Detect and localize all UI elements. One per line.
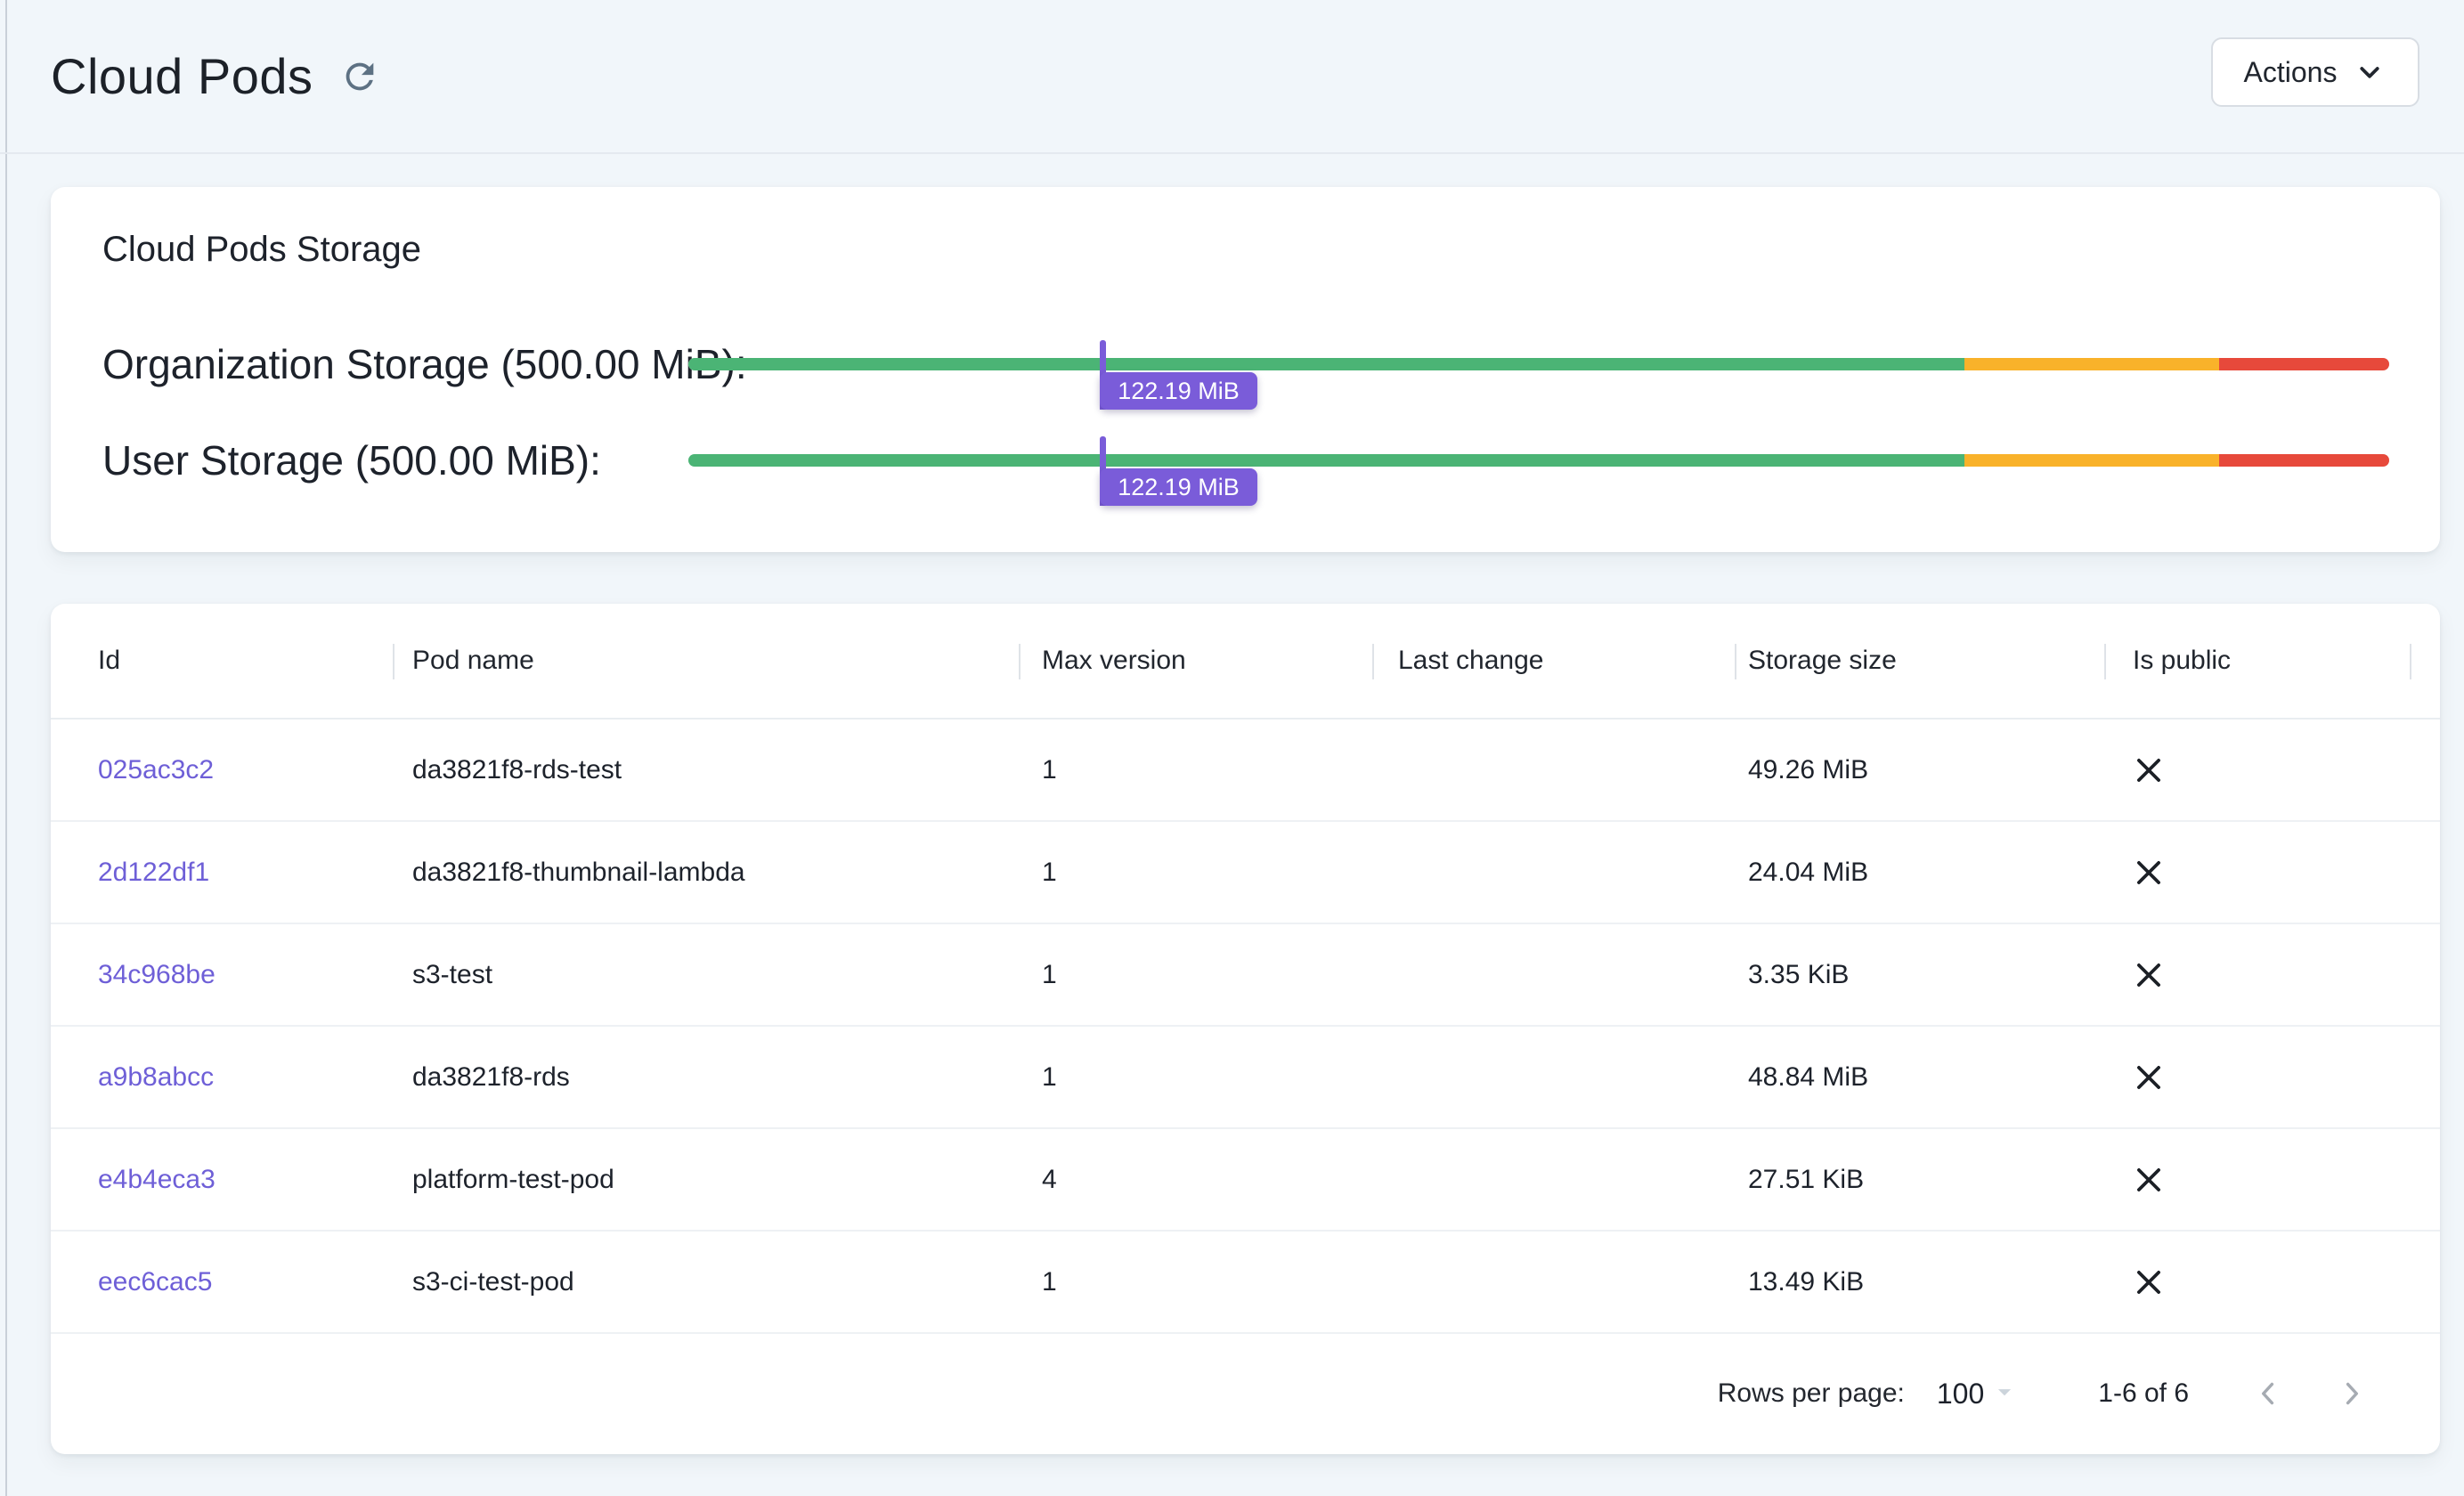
pod-name-cell: da3821f8-rds-test [412, 755, 622, 785]
left-edge-divider [5, 0, 7, 1496]
max-version-cell: 1 [1042, 755, 1057, 785]
rows-per-page-label: Rows per page: [1718, 1378, 1905, 1409]
pod-name-cell: da3821f8-thumbnail-lambda [412, 858, 745, 888]
pod-id-link[interactable]: 025ac3c2 [98, 755, 214, 785]
table-row[interactable]: 2d122df1 da3821f8-thumbnail-lambda 1 24.04 … [51, 822, 2440, 924]
storage-size-cell: 24.04 MiB [1748, 858, 1868, 888]
critical-zone [2219, 358, 2389, 370]
max-version-cell: 4 [1042, 1165, 1057, 1195]
pod-name-cell: s3-ci-test-pod [412, 1267, 574, 1297]
table-row[interactable]: a9b8abcc da3821f8-rds 1 48.84 MiB [51, 1027, 2440, 1129]
column-separator [1735, 644, 1736, 679]
not-public-x-icon [2131, 1060, 2167, 1095]
page-header: Cloud Pods Actions [0, 0, 2464, 154]
column-separator [2410, 644, 2411, 679]
rows-per-page-value: 100 [1937, 1378, 1984, 1411]
table-body: 025ac3c2 da3821f8-rds-test 1 49.26 MiB 2d122… [51, 720, 2440, 1334]
caret-down-icon [1989, 1377, 2020, 1407]
pod-id-link[interactable]: eec6cac5 [98, 1267, 212, 1297]
column-header-is-public[interactable]: Is public [2133, 646, 2231, 676]
max-version-cell: 1 [1042, 858, 1057, 888]
critical-zone [2219, 454, 2389, 467]
max-version-cell: 1 [1042, 960, 1057, 990]
refresh-icon [339, 56, 380, 97]
user-storage-bar: 122.19 MiB [688, 454, 2389, 467]
not-public-x-icon [2131, 752, 2167, 788]
table-footer: Rows per page: 100 1-6 of 6 [51, 1334, 2440, 1452]
table-header-row: Id Pod name Max version Last change Stor… [51, 604, 2440, 720]
pod-id-link[interactable]: a9b8abcc [98, 1062, 214, 1093]
page-title: Cloud Pods [51, 47, 313, 105]
column-separator [1019, 644, 1021, 679]
table-row[interactable]: 025ac3c2 da3821f8-rds-test 1 49.26 MiB [51, 720, 2440, 822]
rows-per-page-select[interactable]: 100 [1937, 1377, 2020, 1411]
pod-id-link[interactable]: e4b4eca3 [98, 1165, 215, 1195]
chevron-left-icon [2249, 1375, 2287, 1412]
table-row[interactable]: 34c968be s3-test 1 3.35 KiB [51, 924, 2440, 1027]
column-header-id[interactable]: Id [98, 646, 120, 676]
max-version-cell: 1 [1042, 1267, 1057, 1297]
warning-zone [1964, 454, 2220, 467]
cloud-pods-table-card: Id Pod name Max version Last change Stor… [51, 604, 2440, 1454]
storage-size-cell: 49.26 MiB [1748, 755, 1868, 785]
pod-id-link[interactable]: 34c968be [98, 960, 215, 990]
column-header-storage-size[interactable]: Storage size [1748, 646, 1897, 676]
refresh-button[interactable] [337, 53, 383, 100]
not-public-x-icon [2131, 1162, 2167, 1198]
column-header-max-version[interactable]: Max version [1042, 646, 1186, 676]
column-header-last-change[interactable]: Last change [1398, 646, 1543, 676]
previous-page-button[interactable] [2239, 1364, 2297, 1423]
column-separator [2104, 644, 2106, 679]
chevron-right-icon [2333, 1375, 2370, 1412]
not-public-x-icon [2131, 957, 2167, 993]
pod-name-cell: s3-test [412, 960, 492, 990]
organization-storage-label: Organization Storage (500.00 MiB): [102, 340, 747, 388]
ok-zone [688, 358, 1964, 370]
table-row[interactable]: eec6cac5 s3-ci-test-pod 1 13.49 KiB [51, 1232, 2440, 1334]
ok-zone [688, 454, 1964, 467]
storage-size-cell: 27.51 KiB [1748, 1165, 1864, 1195]
not-public-x-icon [2131, 1264, 2167, 1300]
usage-value-badge: 122.19 MiB [1100, 468, 1257, 506]
warning-zone [1964, 358, 2220, 370]
chevron-down-icon [2353, 55, 2387, 89]
storage-card: Cloud Pods Storage Organization Storage … [51, 187, 2440, 552]
usage-value-badge: 122.19 MiB [1100, 372, 1257, 410]
next-page-button[interactable] [2322, 1364, 2381, 1423]
pod-name-cell: platform-test-pod [412, 1165, 614, 1195]
storage-size-cell: 13.49 KiB [1748, 1267, 1864, 1297]
max-version-cell: 1 [1042, 1062, 1057, 1093]
actions-button-label: Actions [2244, 56, 2338, 89]
pod-id-link[interactable]: 2d122df1 [98, 858, 209, 888]
pod-name-cell: da3821f8-rds [412, 1062, 570, 1093]
pagination-range-label: 1-6 of 6 [2098, 1378, 2189, 1409]
not-public-x-icon [2131, 855, 2167, 890]
cloud-pods-page: Cloud Pods Actions Cloud Pods Storage Or… [0, 0, 2464, 1496]
table-row[interactable]: e4b4eca3 platform-test-pod 4 27.51 KiB [51, 1129, 2440, 1232]
storage-size-cell: 3.35 KiB [1748, 960, 1849, 990]
column-header-pod-name[interactable]: Pod name [412, 646, 534, 676]
actions-button[interactable]: Actions [2211, 37, 2419, 107]
user-storage-label: User Storage (500.00 MiB): [102, 436, 601, 484]
storage-size-cell: 48.84 MiB [1748, 1062, 1868, 1093]
column-separator [393, 644, 394, 679]
column-separator [1372, 644, 1374, 679]
storage-card-title: Cloud Pods Storage [102, 230, 421, 270]
organization-storage-bar: 122.19 MiB [688, 358, 2389, 370]
